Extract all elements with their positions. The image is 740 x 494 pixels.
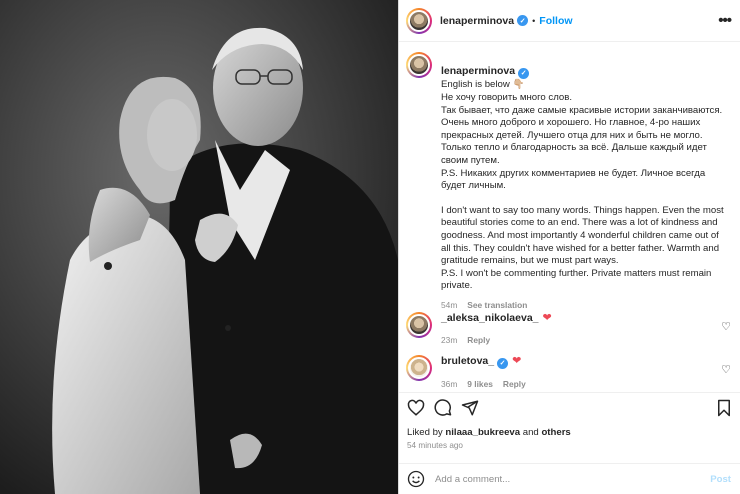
post-sidebar: lenaperminova ✓ • Follow ••• lenapermino… bbox=[398, 0, 740, 494]
emoji-icon[interactable] bbox=[407, 470, 425, 488]
comment-item: bruletova_ ✓ ❤ 36m 9 likes Reply ♡ bbox=[406, 355, 740, 391]
photo-illustration bbox=[0, 0, 398, 494]
others-link[interactable]: others bbox=[541, 427, 570, 438]
comment-likes[interactable]: 9 likes bbox=[467, 378, 493, 391]
post-header: lenaperminova ✓ • Follow ••• bbox=[399, 0, 740, 42]
heart-icon[interactable] bbox=[407, 399, 425, 417]
liked-by-label: Liked by bbox=[407, 427, 443, 438]
comment-username[interactable]: bruletova_ bbox=[441, 355, 494, 367]
post-comment-button[interactable]: Post bbox=[710, 474, 731, 485]
reply-button[interactable]: Reply bbox=[503, 378, 526, 391]
like-comment-heart-icon[interactable]: ♡ bbox=[721, 320, 731, 333]
reply-button[interactable]: Reply bbox=[467, 334, 490, 347]
liked-by-user[interactable]: nilaaa_bukreeva bbox=[445, 427, 520, 438]
post-time[interactable]: 54 minutes ago bbox=[407, 441, 463, 450]
verified-icon: ✓ bbox=[497, 358, 509, 369]
and-label: and bbox=[522, 427, 539, 438]
avatar[interactable] bbox=[406, 355, 432, 381]
post-caption: lenaperminova ✓ English is below 👇🏼 Не хо… bbox=[406, 52, 734, 311]
red-heart-icon: ❤ bbox=[512, 355, 522, 367]
action-bar bbox=[399, 392, 740, 420]
comment-item: _aleksa_nikolaeva_ ❤ 23m Reply ♡ bbox=[406, 312, 740, 347]
avatar[interactable] bbox=[406, 52, 432, 78]
caption-username[interactable]: lenaperminova bbox=[441, 65, 515, 77]
avatar[interactable] bbox=[406, 7, 432, 34]
avatar[interactable] bbox=[406, 312, 432, 338]
verified-icon: ✓ bbox=[517, 15, 529, 26]
share-icon[interactable] bbox=[461, 399, 479, 417]
see-translation-button[interactable]: See translation bbox=[467, 299, 527, 312]
more-options-icon[interactable]: ••• bbox=[718, 12, 732, 29]
red-heart-icon: ❤ bbox=[542, 312, 552, 324]
likes-summary: Liked by nilaaa_bukreeva and others bbox=[407, 427, 571, 438]
like-comment-heart-icon[interactable]: ♡ bbox=[721, 363, 731, 376]
header-username[interactable]: lenaperminova bbox=[440, 15, 514, 27]
follow-button[interactable]: Follow bbox=[539, 15, 572, 27]
caption-russian-text: Не хочу говорить много слов. Так бывает,… bbox=[441, 91, 723, 192]
bookmark-icon[interactable] bbox=[715, 399, 733, 417]
separator-dot: • bbox=[532, 15, 536, 26]
comment-icon[interactable] bbox=[434, 399, 452, 417]
caption-time[interactable]: 54m bbox=[441, 299, 457, 312]
caption-english-text: I don't want to say too many words. Thin… bbox=[441, 204, 724, 292]
comment-time[interactable]: 23m bbox=[441, 334, 457, 347]
caption-first-line: English is below 👇🏼 bbox=[441, 79, 525, 91]
post-photo[interactable] bbox=[0, 0, 398, 494]
add-comment-bar: Post bbox=[399, 463, 740, 494]
verified-icon: ✓ bbox=[518, 68, 530, 80]
comment-time[interactable]: 36m bbox=[441, 378, 457, 391]
comment-input[interactable] bbox=[435, 473, 695, 485]
comment-username[interactable]: _aleksa_nikolaeva_ bbox=[441, 312, 539, 324]
